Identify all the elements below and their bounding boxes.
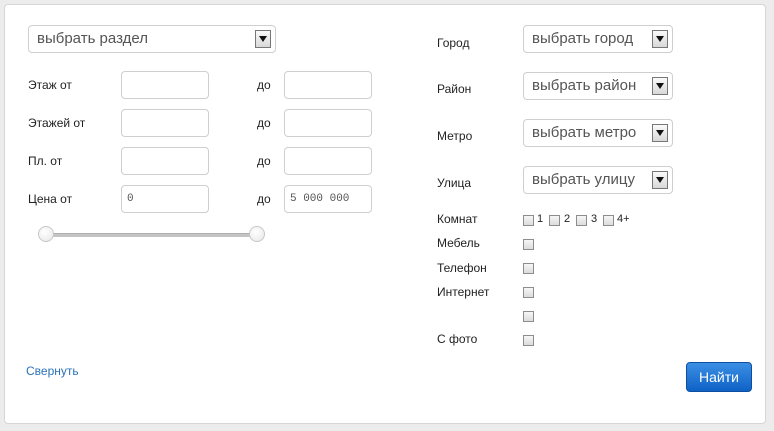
- section-select-value: выбрать раздел: [37, 30, 148, 47]
- city-label: Город: [437, 36, 470, 50]
- floor-from-input[interactable]: [121, 71, 209, 99]
- area-from-label: Пл. от: [28, 154, 63, 168]
- rooms-option-label: 1: [537, 213, 544, 225]
- search-form-panel: [4, 4, 766, 424]
- price-slider-min-handle[interactable]: [38, 226, 54, 242]
- metro-select-value: выбрать метро: [532, 124, 637, 141]
- district-label: Район: [437, 82, 472, 96]
- furniture-checkbox[interactable]: [523, 239, 534, 250]
- rooms-label: Комнат: [437, 212, 478, 226]
- area-to-label: до: [257, 154, 271, 168]
- search-button[interactable]: Найти: [686, 362, 752, 392]
- rooms-checkbox-1[interactable]: [523, 215, 534, 226]
- phone-label: Телефон: [437, 261, 487, 275]
- metro-select[interactable]: выбрать метро: [523, 119, 673, 147]
- district-select[interactable]: выбрать район: [523, 72, 673, 100]
- price-from-label: Цена от: [28, 192, 73, 206]
- rooms-option-label: 2: [564, 213, 571, 225]
- street-select-value: выбрать улицу: [532, 171, 635, 188]
- rooms-checkbox-2[interactable]: [549, 215, 560, 226]
- metro-label: Метро: [437, 129, 473, 143]
- chevron-down-icon: [652, 30, 668, 48]
- floors-to-input[interactable]: [284, 109, 372, 137]
- district-select-value: выбрать район: [532, 77, 637, 94]
- rooms-checkbox-4plus[interactable]: [603, 215, 614, 226]
- floor-to-label: до: [257, 78, 271, 92]
- price-to-label: до: [257, 192, 271, 206]
- city-select-value: выбрать город: [532, 30, 634, 47]
- area-from-input[interactable]: [121, 147, 209, 175]
- chevron-down-icon: [652, 124, 668, 142]
- chevron-down-icon: [652, 77, 668, 95]
- rooms-checkbox-3[interactable]: [576, 215, 587, 226]
- with-photo-label: С фото: [437, 332, 478, 346]
- price-to-input[interactable]: 5 000 000: [284, 185, 372, 213]
- price-from-input[interactable]: 0: [121, 185, 209, 213]
- rooms-option-label: 4+: [617, 213, 630, 225]
- section-select[interactable]: выбрать раздел: [28, 25, 276, 53]
- floor-from-label: Этаж от: [28, 78, 72, 92]
- unlabeled-checkbox[interactable]: [523, 311, 534, 322]
- price-slider-max-handle[interactable]: [249, 226, 265, 242]
- internet-checkbox[interactable]: [523, 287, 534, 298]
- street-label: Улица: [437, 176, 472, 190]
- chevron-down-icon: [652, 171, 668, 189]
- floor-to-input[interactable]: [284, 71, 372, 99]
- floors-to-label: до: [257, 116, 271, 130]
- price-range-slider[interactable]: [46, 233, 258, 237]
- internet-label: Интернет: [437, 285, 490, 299]
- phone-checkbox[interactable]: [523, 263, 534, 274]
- floors-from-input[interactable]: [121, 109, 209, 137]
- rooms-option-label: 3: [591, 213, 598, 225]
- floors-from-label: Этажей от: [28, 116, 86, 130]
- area-to-input[interactable]: [284, 147, 372, 175]
- chevron-down-icon: [255, 30, 271, 48]
- city-select[interactable]: выбрать город: [523, 25, 673, 53]
- with-photo-checkbox[interactable]: [523, 335, 534, 346]
- furniture-label: Мебель: [437, 236, 480, 250]
- collapse-link[interactable]: Свернуть: [26, 364, 79, 378]
- street-select[interactable]: выбрать улицу: [523, 166, 673, 194]
